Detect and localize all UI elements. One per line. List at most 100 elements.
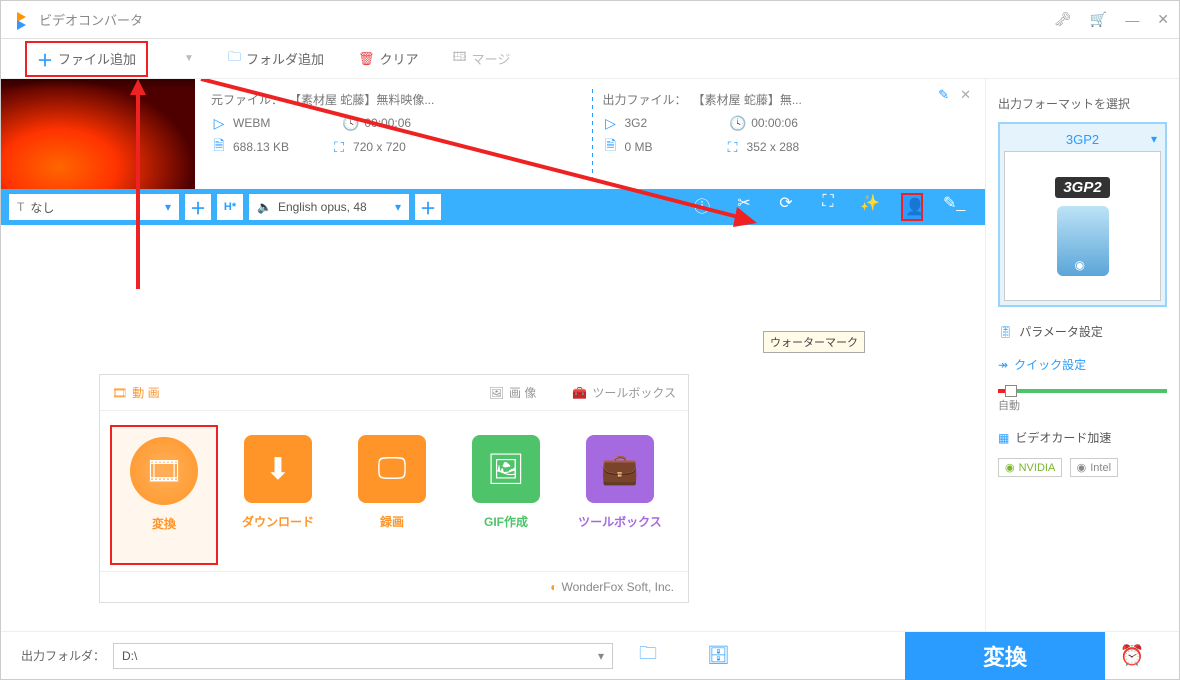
tab-video[interactable]: 🎞動 画	[112, 384, 160, 401]
add-subtitle-button[interactable]: ＋	[185, 194, 211, 220]
brand-footer: ◐WonderFox Soft, Inc.	[100, 571, 688, 602]
right-panel: 出力フォーマットを選択 3GP2 ▾ 3GP2 🎚パラメータ設定 ↠クイック設定…	[985, 79, 1179, 641]
video-icon: 🎞	[112, 386, 127, 400]
convert-button[interactable]: 変換	[905, 632, 1105, 680]
close-button[interactable]: ✕	[1157, 11, 1169, 28]
tab-image[interactable]: 🖼画 像	[489, 384, 537, 401]
source-file-name: 【素材屋 蛇藤】無料映像...	[289, 91, 434, 108]
output-path-dropdown[interactable]: D:\ ▾	[113, 643, 613, 669]
open-folder-icon[interactable]: 🗀	[639, 641, 657, 671]
watermark-button[interactable]: 👤	[901, 193, 923, 221]
convert-icon: 🎞	[130, 437, 198, 505]
chevron-down-icon: ▾	[165, 200, 171, 214]
param-settings-button[interactable]: 🎚パラメータ設定	[998, 323, 1167, 340]
nvidia-chip[interactable]: ◉ NVIDIA	[998, 458, 1062, 477]
chevron-down-icon: ▾	[395, 200, 401, 214]
card-gif[interactable]: 🖼 GIF作成	[452, 425, 560, 565]
file-row: 元ファイル： 【素材屋 蛇藤】無料映像... ▷WEBM🕓00:00:06 🗎6…	[1, 79, 985, 189]
card-gif-label: GIF作成	[452, 513, 560, 530]
intel-chip[interactable]: ◉ Intel	[1070, 458, 1118, 477]
output-file-label: 出力ファイル：	[603, 91, 687, 108]
device-icon	[1057, 206, 1109, 276]
subtitle-dropdown[interactable]: T なし ▾	[9, 194, 179, 220]
toolbox-icon: 🧰	[572, 386, 587, 400]
alarm-icon[interactable]: ⏰	[1105, 643, 1159, 668]
info-icon[interactable]: ⓘ	[691, 193, 713, 221]
format-badge: 3GP2	[1055, 177, 1109, 198]
image-icon: 🖼	[489, 386, 504, 400]
audio-value: English opus, 48	[278, 200, 367, 214]
format-preview: 3GP2	[1004, 151, 1161, 301]
chip-icon: ▦	[998, 431, 1009, 445]
record-icon: 🖵	[358, 435, 426, 503]
out-size: 0 MB	[625, 140, 653, 154]
add-audio-button[interactable]: ＋	[415, 194, 441, 220]
card-download[interactable]: ⬇ ダウンロード	[224, 425, 332, 565]
divider	[592, 89, 593, 185]
folder-icon: 🗀	[228, 48, 241, 70]
trash-icon: 🗑	[358, 51, 375, 67]
minimize-button[interactable]: —	[1125, 12, 1139, 28]
merge-button[interactable]: 🖽 マージ	[453, 48, 511, 70]
sliders-icon: 🎚	[998, 325, 1013, 339]
add-folder-button[interactable]: 🗀 フォルダ追加	[228, 48, 324, 70]
watermark-tooltip: ウォーターマーク	[763, 331, 865, 353]
edit-icon[interactable]: ✎	[938, 87, 949, 103]
card-toolbox-label: ツールボックス	[566, 513, 674, 530]
card-download-label: ダウンロード	[224, 513, 332, 530]
out-format: 3G2	[625, 116, 648, 130]
cut-icon[interactable]: ✂	[733, 193, 755, 221]
plus-icon: ＋	[37, 47, 53, 71]
card-convert[interactable]: 🎞 変換	[110, 425, 218, 565]
output-path-value: D:\	[122, 649, 137, 663]
file-icon: 🗎	[211, 135, 227, 159]
card-record[interactable]: 🖵 録画	[338, 425, 446, 565]
category-panel: 🎞動 画 🖼画 像 🧰ツールボックス 🎞 変換 ⬇ ダウンロード 🖵 録画	[99, 374, 689, 603]
quality-slider[interactable]	[998, 389, 1167, 393]
title-bar: ビデオコンバータ 🗝 🛒 — ✕	[1, 1, 1179, 39]
output-file-name: 【素材屋 蛇藤】無...	[693, 91, 802, 108]
src-format: WEBM	[233, 116, 270, 130]
history-icon[interactable]: 🗄	[707, 645, 730, 666]
key-icon[interactable]: 🗝	[1054, 11, 1072, 28]
video-thumbnail[interactable]	[1, 79, 195, 189]
tab-toolbox[interactable]: 🧰ツールボックス	[572, 384, 676, 401]
chevron-down-icon: ▾	[598, 649, 604, 663]
edit-tool-icon[interactable]: ✎_	[943, 193, 965, 221]
resolution-icon: ⛶	[725, 139, 741, 156]
app-title: ビデオコンバータ	[39, 10, 143, 29]
output-folder-label: 出力フォルダ：	[21, 647, 105, 664]
clear-label: クリア	[379, 49, 418, 68]
clock-icon: 🕓	[342, 115, 358, 132]
src-resolution: 720 x 720	[353, 140, 406, 154]
download-icon: ⬇	[244, 435, 312, 503]
cart-icon[interactable]: 🛒	[1090, 11, 1107, 28]
card-toolbox[interactable]: 💼 ツールボックス	[566, 425, 674, 565]
rotate-icon[interactable]: ⟳	[775, 193, 797, 221]
audio-dropdown[interactable]: 🔈 English opus, 48 ▾	[249, 194, 409, 220]
output-format-selector[interactable]: 3GP2 ▾ 3GP2	[998, 122, 1167, 307]
merge-label: マージ	[472, 49, 511, 68]
speaker-icon: 🔈	[257, 200, 272, 214]
hardcode-button[interactable]: H*	[217, 194, 243, 220]
src-duration: 00:00:06	[364, 116, 411, 130]
play-icon: ▷	[211, 115, 227, 132]
gif-icon: 🖼	[472, 435, 540, 503]
src-size: 688.13 KB	[233, 140, 289, 154]
effects-icon[interactable]: ✨	[859, 193, 881, 221]
resolution-icon: ⛶	[331, 139, 347, 156]
add-folder-label: フォルダ追加	[246, 49, 324, 68]
clear-button[interactable]: 🗑 クリア	[358, 49, 419, 68]
gpu-accel-button[interactable]: ▦ビデオカード加速	[998, 429, 1167, 446]
chevron-down-icon: ▾	[1151, 132, 1157, 146]
format-name: 3GP2	[1004, 128, 1161, 151]
subtitle-value: なし	[30, 199, 54, 216]
out-resolution: 352 x 288	[747, 140, 800, 154]
crop-icon[interactable]: ⛶	[817, 193, 839, 221]
remove-icon[interactable]: ✕	[960, 87, 971, 103]
add-file-button[interactable]: ＋ ファイル追加	[25, 41, 148, 77]
arrow-right-icon: ↠	[998, 358, 1008, 372]
output-format-title: 出力フォーマットを選択	[998, 89, 1167, 122]
action-bar: T なし ▾ ＋ H* 🔈 English opus, 48 ▾ ＋ ⓘ ✂ ⟳…	[1, 189, 985, 225]
chevron-down-icon[interactable]: ▼	[184, 53, 194, 64]
